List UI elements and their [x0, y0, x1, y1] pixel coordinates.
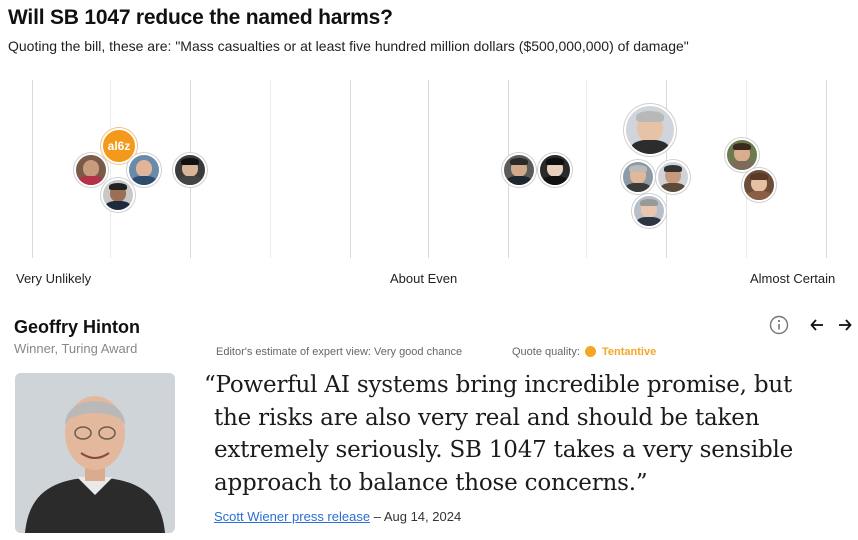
scale-label-right: Almost Certain: [750, 271, 836, 286]
page-subtitle: Quoting the bill, these are: "Mass casua…: [8, 38, 689, 54]
page-title: Will SB 1047 reduce the named harms?: [8, 6, 393, 29]
editor-estimate: Editor's estimate of expert view: Very g…: [216, 346, 463, 358]
gridline: [350, 80, 351, 258]
gridline: [826, 80, 827, 258]
expert-role: Winner, Turing Award: [14, 341, 138, 356]
source-date: – Aug 14, 2024: [373, 509, 462, 524]
expert-avatar[interactable]: [725, 138, 759, 172]
gridline: [110, 80, 111, 258]
gridline: [270, 80, 271, 258]
arrow-right-icon: [839, 319, 852, 331]
expert-portrait: [15, 373, 175, 533]
geoffry-hinton-avatar[interactable]: [624, 104, 676, 156]
quote-quality: Quote quality: Tentantive: [512, 346, 656, 358]
expert-avatar[interactable]: [101, 178, 135, 212]
quote-quality-value: Tentantive: [602, 346, 657, 358]
quality-dot-icon: [584, 346, 596, 357]
arrow-left-icon: [810, 319, 823, 331]
expert-avatar[interactable]: [127, 153, 161, 187]
expert-avatar[interactable]: [632, 194, 666, 228]
next-button[interactable]: [834, 314, 856, 336]
expert-name: Geoffry Hinton: [14, 317, 140, 337]
expert-avatar[interactable]: [742, 168, 776, 202]
info-icon: [769, 315, 789, 335]
expert-avatar[interactable]: [173, 153, 207, 187]
a16z-logo-text: al6z: [107, 139, 131, 153]
source-link[interactable]: Scott Wiener press release: [214, 509, 370, 524]
scale-label-left: Very Unlikely: [16, 271, 92, 286]
quote-quality-label: Quote quality:: [512, 346, 580, 358]
expert-avatar[interactable]: [538, 153, 572, 187]
expert-avatar[interactable]: [502, 153, 536, 187]
info-button[interactable]: [768, 314, 790, 336]
prev-button[interactable]: [806, 314, 828, 336]
gridline: [32, 80, 33, 258]
scale-label-middle: About Even: [390, 271, 458, 286]
expert-avatar[interactable]: [656, 160, 690, 194]
gridline: [428, 80, 429, 258]
quote-source: Scott Wiener press release – Aug 14, 202…: [214, 509, 461, 524]
expert-avatar[interactable]: [621, 160, 655, 194]
expert-quote: “Powerful AI systems bring incredible pr…: [204, 372, 794, 496]
gridline: [586, 80, 587, 258]
probability-scale: al6z: [0, 80, 858, 260]
expert-avatar[interactable]: [74, 153, 108, 187]
